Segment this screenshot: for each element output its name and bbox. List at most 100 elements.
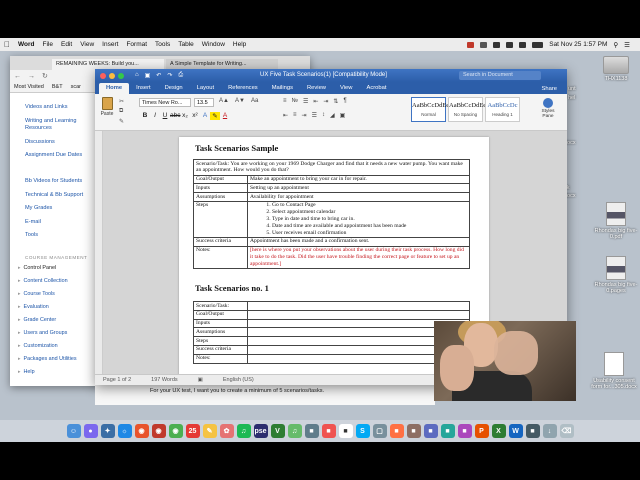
justify-icon[interactable]: ☰ (312, 112, 317, 119)
word-count[interactable]: 197 Words (151, 377, 178, 383)
app-icon[interactable]: ■ (525, 424, 540, 438)
minimize-window-button[interactable] (109, 72, 115, 79)
app-icon[interactable]: ■ (389, 424, 404, 438)
align-center-icon[interactable]: ≡ (293, 112, 297, 119)
home-icon[interactable]: ⌂ (135, 72, 139, 79)
copy-icon[interactable]: ⧉ (119, 108, 123, 115)
back-icon[interactable]: ← (14, 73, 21, 80)
zoom-window-button[interactable] (118, 72, 124, 79)
preview-icon[interactable]: ▢ (372, 424, 387, 438)
font-color-icon[interactable]: A (220, 112, 230, 120)
search-document-input[interactable]: Search in Document (459, 71, 541, 80)
tab-references[interactable]: References (221, 83, 265, 94)
itunes-icon[interactable]: ♫ (287, 424, 302, 438)
excel-icon[interactable]: X (491, 424, 506, 438)
close-window-button[interactable] (100, 72, 106, 79)
tab-design[interactable]: Design (158, 83, 190, 94)
row-label[interactable]: Goal/Output (193, 174, 248, 185)
font-name-select[interactable]: Times New Ro... (139, 98, 191, 107)
photos-icon[interactable]: ✿ (219, 424, 234, 438)
safari-icon[interactable]: ☼ (117, 424, 132, 438)
app-icon[interactable]: ■ (457, 424, 472, 438)
nav-link-tools[interactable]: Tools (25, 232, 100, 239)
subscript-icon[interactable]: x₂ (180, 112, 190, 120)
nav-link-writing[interactable]: Writing and Learning Resources (25, 118, 100, 131)
nav-link-bb-videos[interactable]: Bb Videos for Students (25, 178, 100, 185)
nav-link-discussions[interactable]: Discussions (25, 139, 100, 146)
row-label[interactable]: Scenario/Task: (193, 301, 248, 311)
sort-icon[interactable]: ⇅ (333, 98, 338, 105)
row-value[interactable]: Make an appointment to bring your car in… (247, 174, 470, 185)
bold-icon[interactable]: B (140, 112, 150, 120)
menu-insert[interactable]: Insert (102, 41, 118, 48)
tab-review[interactable]: Review (300, 83, 333, 94)
page-count[interactable]: Page 1 of 2 (103, 377, 131, 383)
nav-link-videos[interactable]: Videos and Links (25, 104, 100, 111)
styles-pane-button[interactable]: Styles Pane (537, 98, 559, 119)
row-label[interactable]: Inputs (193, 318, 248, 329)
menubar-clock[interactable]: Sat Nov 25 1:57 PM (549, 41, 607, 48)
cm-users-groups[interactable]: Users and Groups (18, 330, 68, 336)
photo-booth-icon[interactable]: ◉ (151, 424, 166, 438)
text-effects-icon[interactable]: A (200, 112, 210, 120)
row-value[interactable] (247, 309, 470, 320)
cm-customization[interactable]: Customization (18, 343, 58, 349)
tab-insert[interactable]: Insert (129, 83, 158, 94)
app-icon[interactable]: ■ (321, 424, 336, 438)
trash-icon[interactable]: ⌫ (559, 424, 574, 438)
italic-icon[interactable]: I (150, 112, 160, 120)
menu-edit[interactable]: Edit (61, 41, 72, 48)
style-heading-1[interactable]: AaBbCcDc Heading 1 (485, 97, 520, 122)
cm-evaluation[interactable]: Evaluation (18, 304, 49, 310)
row-label[interactable]: Notes: (193, 353, 248, 364)
tab-home[interactable]: Home (99, 83, 130, 94)
row-label[interactable]: Goal/Output (193, 309, 248, 320)
apple-menu-icon[interactable]:  (4, 40, 10, 49)
menu-help[interactable]: Help (233, 41, 246, 48)
firefox-icon[interactable]: ◉ (134, 424, 149, 438)
dropbox-icon[interactable] (480, 41, 488, 48)
spelling-icon[interactable]: ▣ (198, 377, 203, 383)
tab-layout[interactable]: Layout (190, 83, 221, 94)
row-label[interactable]: Success criteria (193, 236, 248, 247)
align-left-icon[interactable]: ⇤ (283, 112, 288, 119)
menu-file[interactable]: File (43, 41, 53, 48)
menu-format[interactable]: Format (126, 41, 147, 48)
menu-table[interactable]: Table (178, 41, 194, 48)
wifi-icon[interactable] (506, 41, 514, 48)
scenario-cell[interactable]: Scenario/Task: You are working on your 1… (193, 159, 470, 176)
bookmark-bt[interactable]: B&T (52, 84, 63, 90)
forward-icon[interactable]: → (28, 73, 35, 80)
row-label[interactable]: Inputs (193, 183, 248, 194)
skype-icon[interactable]: S (355, 424, 370, 438)
row-label[interactable]: Steps (193, 336, 248, 346)
cut-icon[interactable]: ✂ (119, 98, 124, 105)
desktop-item-drive[interactable]: THX1138 (592, 56, 640, 82)
cm-grade-center[interactable]: Grade Center (18, 317, 57, 323)
row-label[interactable]: Assumptions (193, 327, 248, 338)
spotify-icon[interactable]: ♫ (236, 424, 251, 438)
launchpad-icon[interactable]: ✦ (100, 424, 115, 438)
cm-course-tools[interactable]: Course Tools (18, 291, 55, 297)
highlight-icon[interactable]: ✎ (210, 112, 220, 120)
volume-icon[interactable] (519, 41, 527, 48)
spotlight-icon[interactable]: ⚲ (613, 41, 618, 49)
bookmark-most-visited[interactable]: Most Visited (14, 84, 44, 90)
borders-icon[interactable]: ▣ (340, 112, 346, 119)
app-icon[interactable]: ■ (423, 424, 438, 438)
tab-mailings[interactable]: Mailings (265, 83, 300, 94)
row-label[interactable]: Assumptions (193, 192, 248, 202)
align-right-icon[interactable]: ⇥ (302, 112, 307, 119)
underline-icon[interactable]: U (160, 112, 170, 120)
menu-app-name[interactable]: Word (18, 41, 35, 48)
menu-view[interactable]: View (80, 41, 94, 48)
row-value[interactable]: Availability for appointment (247, 192, 470, 202)
superscript-icon[interactable]: x² (190, 112, 200, 120)
cm-packages[interactable]: Packages and Utilities (18, 356, 77, 362)
font-size-select[interactable]: 13.5 (194, 98, 214, 107)
print-icon[interactable]: ⎙ (178, 72, 183, 79)
photoshop-elements-icon[interactable]: pse (253, 424, 268, 438)
nav-link-support[interactable]: Technical & Bb Support (25, 192, 100, 199)
numbering-icon[interactable]: № (292, 98, 298, 105)
undo-icon[interactable]: ↶ (156, 72, 161, 79)
